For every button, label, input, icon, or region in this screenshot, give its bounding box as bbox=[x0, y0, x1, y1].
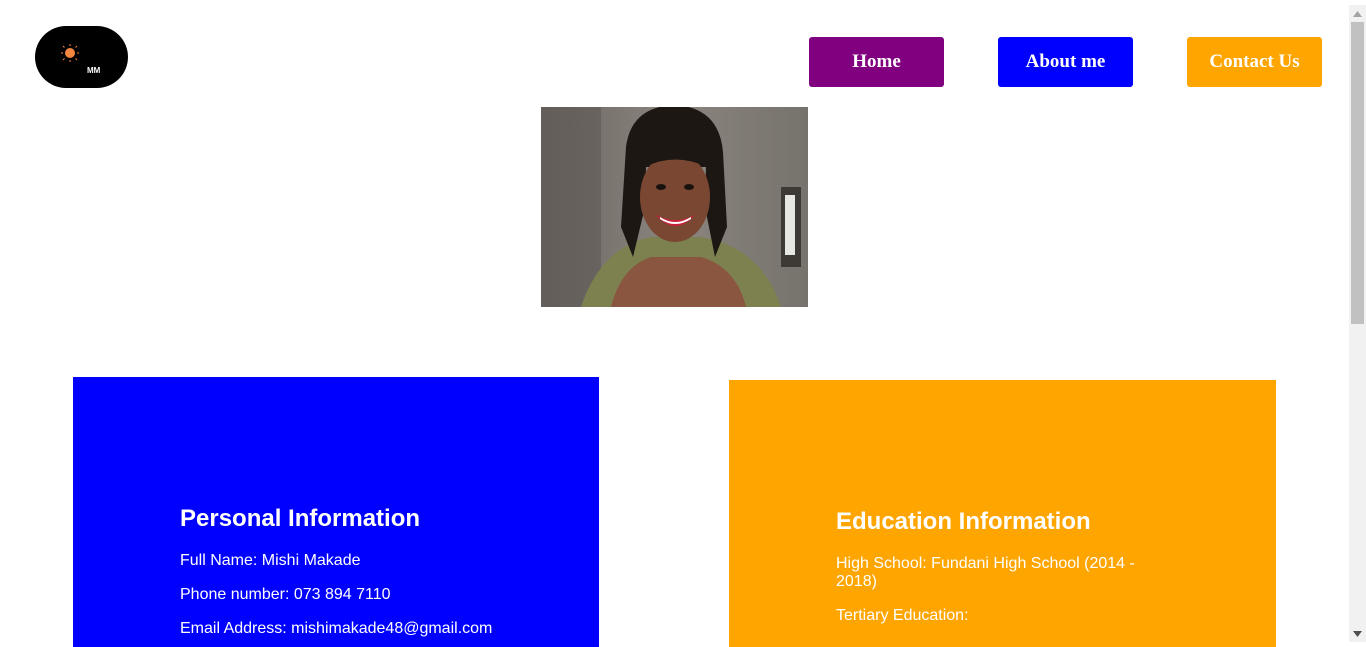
site-logo[interactable]: MM bbox=[35, 26, 128, 88]
email-address-text: Email Address: mishimakade48@gmail.com bbox=[180, 620, 493, 637]
sun-icon bbox=[61, 44, 79, 62]
page: MM Home About me Contact Us Personal Inf… bbox=[0, 5, 1349, 647]
education-information-heading: Education Information bbox=[836, 508, 1091, 535]
personal-information-card: Personal Information Full Name: Mishi Ma… bbox=[73, 377, 599, 647]
scrollbar-thumb[interactable] bbox=[1351, 22, 1364, 324]
high-school-text: High School: Fundani High School (2014 -… bbox=[836, 555, 1135, 590]
full-name-text: Full Name: Mishi Makade bbox=[180, 552, 361, 569]
vertical-scrollbar[interactable] bbox=[1349, 5, 1366, 642]
phone-number-text: Phone number: 073 894 7110 bbox=[180, 586, 391, 603]
tertiary-education-text: Tertiary Education: bbox=[836, 607, 969, 624]
education-information-card: Education Information High School: Funda… bbox=[729, 380, 1276, 647]
home-button[interactable]: Home bbox=[809, 37, 944, 87]
logo-initials: MM bbox=[87, 66, 101, 75]
scroll-down-arrow-icon[interactable] bbox=[1349, 625, 1366, 642]
about-me-button[interactable]: About me bbox=[998, 37, 1133, 87]
personal-information-heading: Personal Information bbox=[180, 505, 421, 532]
scroll-up-arrow-icon[interactable] bbox=[1349, 5, 1366, 22]
profile-photo-image bbox=[541, 107, 808, 307]
profile-photo bbox=[541, 107, 808, 307]
contact-us-button[interactable]: Contact Us bbox=[1187, 37, 1322, 87]
